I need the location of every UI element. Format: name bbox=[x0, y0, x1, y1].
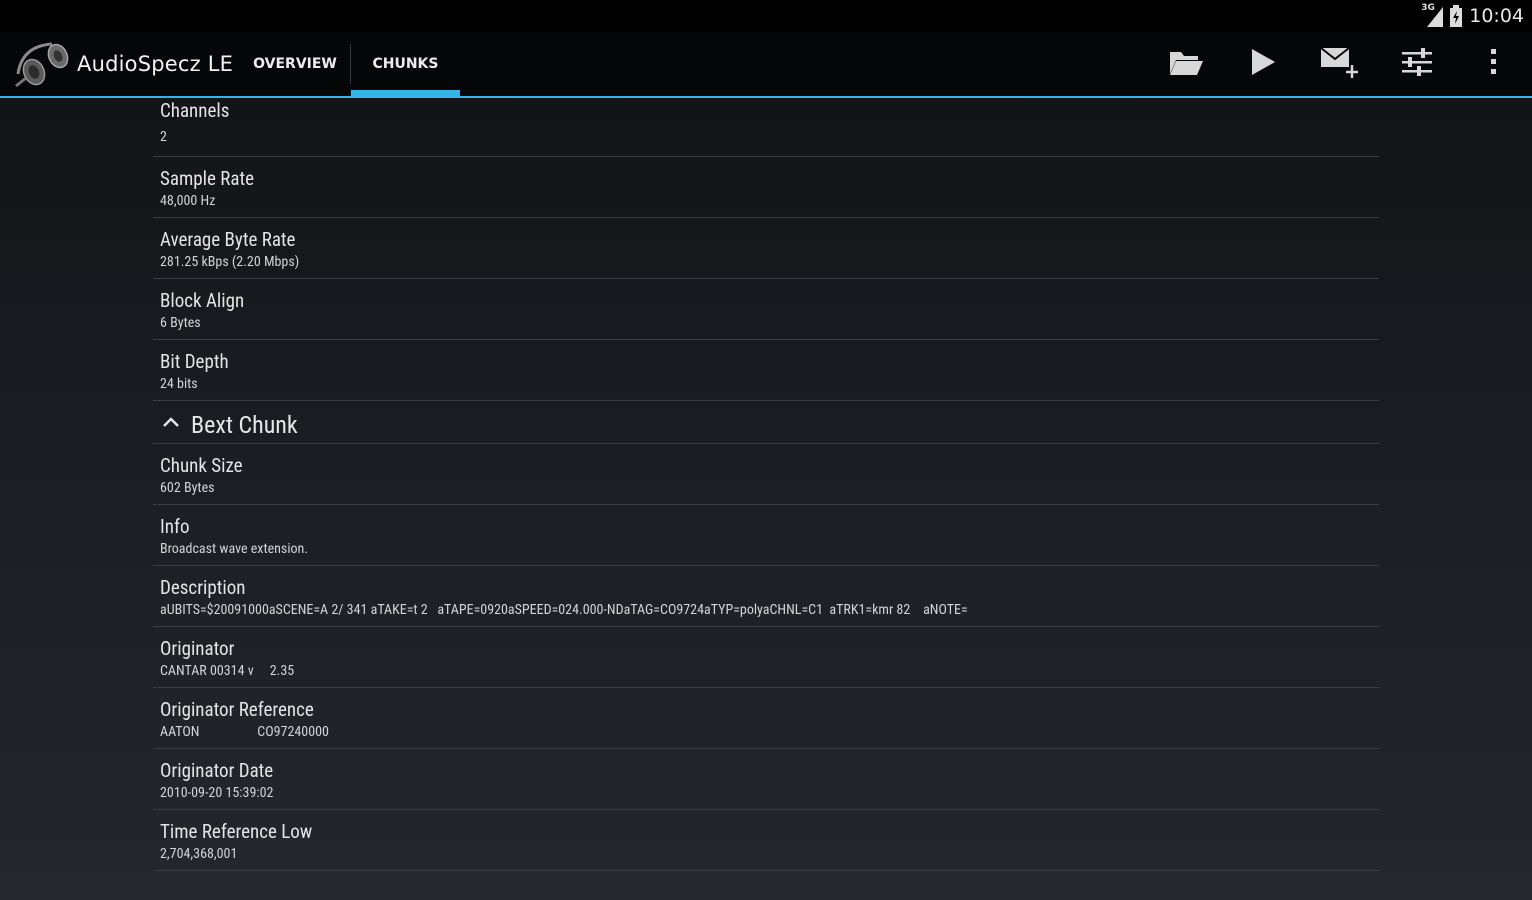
list-item-value: 48,000 Hz bbox=[160, 193, 216, 209]
list-item-channels[interactable]: Channels 2 bbox=[153, 98, 1379, 157]
overflow-menu-button[interactable] bbox=[1462, 32, 1526, 96]
list-item-title: Chunk Size bbox=[160, 454, 243, 477]
list-item-value: 2010-09-20 15:39:02 bbox=[160, 785, 274, 801]
clock: 10:04 bbox=[1469, 5, 1524, 27]
list-item-sample-rate[interactable]: Sample Rate 48,000 Hz bbox=[153, 157, 1379, 218]
list-item-title: Originator bbox=[160, 637, 235, 660]
list-item-value: 281.25 kBps (2.20 Mbps) bbox=[160, 254, 300, 270]
tab-chunks[interactable]: CHUNKS bbox=[351, 32, 460, 96]
tab-overview[interactable]: OVERVIEW bbox=[240, 32, 350, 96]
list-item-title: Originator Reference bbox=[160, 698, 314, 721]
list-item-bit-depth[interactable]: Bit Depth 24 bits bbox=[153, 340, 1379, 401]
email-add-icon bbox=[1320, 45, 1360, 83]
list-item-value: 6 Bytes bbox=[160, 315, 201, 331]
open-folder-icon bbox=[1168, 48, 1204, 80]
list-item-value: Broadcast wave extension. bbox=[160, 541, 309, 557]
list-item-originator-reference[interactable]: Originator Reference AATON CO97240000 bbox=[153, 688, 1379, 749]
list-item-value: CANTAR 00314 v 2.35 bbox=[160, 663, 295, 679]
list-item-originator[interactable]: Originator CANTAR 00314 v 2.35 bbox=[153, 627, 1379, 688]
app-title: AudioSpecz LE bbox=[77, 52, 234, 76]
list-item-value: 24 bits bbox=[160, 376, 198, 392]
overflow-menu-icon bbox=[1490, 48, 1498, 80]
list-item-value: 602 Bytes bbox=[160, 480, 215, 496]
action-bar: AudioSpecz LE OVERVIEW CHUNKS bbox=[0, 32, 1532, 98]
list-item-title: Originator Date bbox=[160, 759, 274, 782]
list-item-title: Block Align bbox=[160, 289, 245, 312]
list-item-title: Time Reference Low bbox=[160, 820, 313, 843]
chevron-up-icon bbox=[161, 414, 181, 428]
chunks-list[interactable]: Channels 2 Sample Rate 48,000 Hz Average… bbox=[153, 98, 1379, 900]
selected-tab-indicator bbox=[351, 90, 460, 96]
list-item-value: AATON CO97240000 bbox=[160, 724, 329, 740]
list-item-title: Info bbox=[160, 515, 190, 538]
equalizer-settings-button[interactable] bbox=[1385, 32, 1449, 96]
battery-icon bbox=[1449, 5, 1463, 27]
status-bar: 3G 10:04 bbox=[0, 0, 1532, 32]
equalizer-settings-icon bbox=[1401, 47, 1433, 81]
play-icon bbox=[1250, 48, 1276, 80]
list-item-title: Description bbox=[160, 576, 246, 599]
list-item-originator-date[interactable]: Originator Date 2010-09-20 15:39:02 bbox=[153, 749, 1379, 810]
list-item-value: 2 bbox=[160, 129, 167, 145]
list-item-description[interactable]: Description aUBITS=$20091000aSCENE=A 2/ … bbox=[153, 566, 1379, 627]
list-item-value: 2,704,368,001 bbox=[160, 846, 238, 862]
play-button[interactable] bbox=[1231, 32, 1295, 96]
list-item-average-byte-rate[interactable]: Average Byte Rate 281.25 kBps (2.20 Mbps… bbox=[153, 218, 1379, 279]
list-item-title: Bit Depth bbox=[160, 350, 229, 373]
list-item-value: aUBITS=$20091000aSCENE=A 2/ 341 aTAKE=t … bbox=[160, 602, 968, 618]
open-file-button[interactable] bbox=[1154, 32, 1218, 96]
list-item-title: Sample Rate bbox=[160, 167, 254, 190]
email-report-button[interactable] bbox=[1308, 32, 1372, 96]
app-logo-headphones-icon[interactable] bbox=[12, 38, 74, 90]
list-item-block-align[interactable]: Block Align 6 Bytes bbox=[153, 279, 1379, 340]
network-signal-icon: 3G bbox=[1421, 3, 1444, 27]
section-title: Bext Chunk bbox=[191, 411, 298, 439]
list-item-info[interactable]: Info Broadcast wave extension. bbox=[153, 505, 1379, 566]
list-item-title: Channels bbox=[160, 99, 230, 122]
list-item-time-reference-low[interactable]: Time Reference Low 2,704,368,001 bbox=[153, 810, 1379, 871]
list-item-title: Average Byte Rate bbox=[160, 228, 296, 251]
list-item-chunk-size[interactable]: Chunk Size 602 Bytes bbox=[153, 444, 1379, 505]
section-header-bext-chunk[interactable]: Bext Chunk bbox=[153, 402, 1379, 444]
